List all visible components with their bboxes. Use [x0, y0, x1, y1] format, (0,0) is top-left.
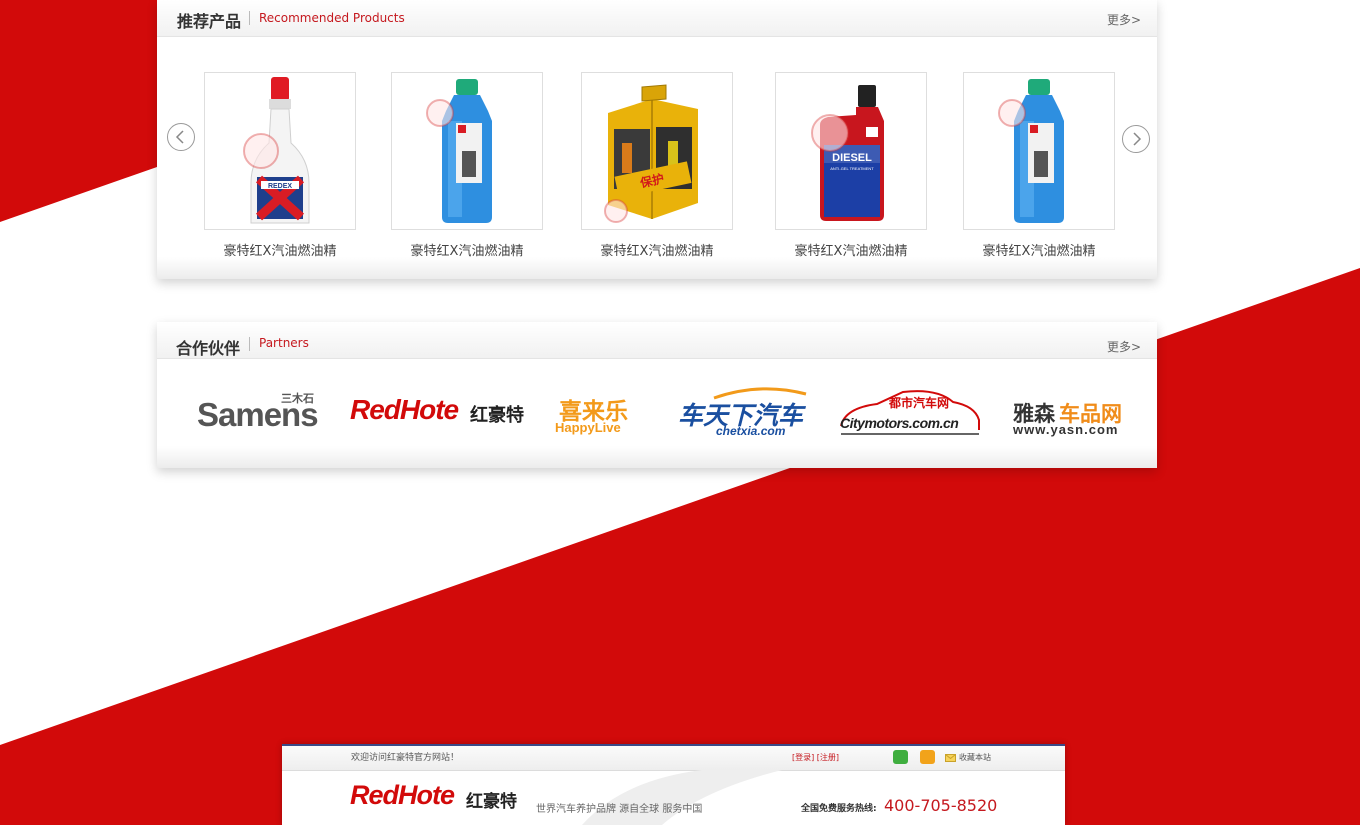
product-image[interactable] — [391, 72, 543, 230]
partner-logo-redhote[interactable]: RedHote 红豪特 — [350, 392, 532, 436]
redhote-wordmark: RedHote — [350, 394, 459, 425]
product-card[interactable]: REDEX 豪特红X汽油燃油精 — [204, 72, 356, 259]
section-subtitle: Recommended Products — [259, 11, 405, 25]
gift-box-image: 保护 — [604, 84, 698, 223]
product-image[interactable]: DIESEL ANTI-GEL TREATMENT — [775, 72, 927, 230]
product-image[interactable]: REDEX — [204, 72, 356, 230]
washer-fluid-bottle-image — [426, 79, 492, 223]
product-card[interactable]: DIESEL ANTI-GEL TREATMENT 豪特红X汽油燃油精 — [775, 72, 927, 259]
recommended-products-panel: 推荐产品 Recommended Products 更多> REDEX 豪特红X… — [157, 0, 1157, 279]
panel-header: 推荐产品 Recommended Products 更多> — [157, 0, 1157, 37]
bookmark-link[interactable]: 收藏本站 — [959, 752, 991, 763]
login-register-links[interactable]: [登录] [注册] — [792, 752, 839, 763]
partner-logo-yasn[interactable]: 雅森 车品网 www.yasn.com — [1013, 398, 1139, 440]
welcome-text: 欢迎访问红豪特官方网站！ — [351, 753, 460, 763]
product-image[interactable] — [963, 72, 1115, 230]
partners-panel: 合作伙伴 Partners 更多> 三木石 Samens RedHote 红豪特… — [157, 322, 1157, 468]
title-divider — [249, 337, 250, 351]
svg-text:DIESEL: DIESEL — [832, 152, 872, 164]
partner-logo-chetxia[interactable]: 车天下汽车 chetxia.com — [678, 386, 812, 438]
diesel-bottle-image: DIESEL ANTI-GEL TREATMENT — [811, 85, 884, 221]
slogan-text: 世界汽车养护品牌 源自全球 服务中国 — [536, 804, 703, 815]
section-title: 推荐产品 — [177, 12, 242, 31]
section-subtitle: Partners — [259, 336, 309, 350]
svg-text:ANTI-GEL TREATMENT: ANTI-GEL TREATMENT — [830, 166, 874, 171]
top-bar: 欢迎访问红豪特官方网站！ [登录] [注册] 收藏本站 — [282, 744, 1065, 771]
weibo-icon[interactable] — [920, 750, 935, 764]
chetxia-en-name: chetxia.com — [716, 424, 786, 438]
samens-wordmark: Samens — [197, 396, 319, 433]
partner-logo-citymotors[interactable]: 都市汽车网 Citymotors.com.cn — [837, 386, 983, 438]
partner-logo-happylive[interactable]: 喜来乐 HappyLive — [555, 392, 655, 440]
chevron-left-icon — [175, 130, 184, 144]
product-image[interactable]: 保护 — [581, 72, 733, 230]
panel-header: 合作伙伴 Partners 更多> — [157, 322, 1157, 359]
wechat-icon[interactable] — [893, 750, 908, 764]
more-link[interactable]: 更多> — [1107, 338, 1141, 355]
product-card[interactable]: 豪特红X汽油燃油精 — [391, 72, 543, 259]
section-title: 合作伙伴 — [176, 339, 241, 358]
hotline-number: 400-705-8520 — [884, 796, 998, 815]
citymotors-cn-name: 都市汽车网 — [889, 396, 950, 410]
more-link[interactable]: 更多> — [1107, 11, 1141, 28]
product-card[interactable]: 豪特红X汽油燃油精 — [963, 72, 1115, 259]
hotline-label: 全国免费服务热线: — [801, 804, 877, 814]
mail-icon[interactable] — [945, 754, 956, 762]
washer-fluid-bottle-image — [998, 79, 1064, 223]
partner-logo-samens[interactable]: 三木石 Samens — [197, 390, 321, 436]
carousel-next-button[interactable] — [1122, 125, 1150, 153]
carousel-prev-button[interactable] — [167, 123, 195, 151]
site-logo[interactable]: RedHote 红豪特 — [350, 780, 520, 820]
logo-wordmark: RedHote — [350, 780, 455, 810]
title-divider — [249, 11, 250, 25]
yasn-en-name: www.yasn.com — [1013, 422, 1119, 437]
citymotors-en-name: Citymotors.com.cn — [840, 415, 959, 431]
redex-bottle-image: REDEX — [243, 77, 310, 224]
panel-footer — [157, 257, 1157, 279]
panel-footer — [157, 446, 1157, 468]
redhote-cn-name: 红豪特 — [470, 405, 524, 426]
chevron-right-icon — [1133, 132, 1142, 146]
svg-text:REDEX: REDEX — [268, 183, 292, 190]
product-card[interactable]: 保护 豪特红X汽油燃油精 — [581, 72, 733, 259]
site-header-preview: 欢迎访问红豪特官方网站！ [登录] [注册] 收藏本站 RedHote 红豪特 … — [282, 744, 1065, 825]
logo-cn-name: 红豪特 — [466, 792, 517, 812]
happylive-en-name: HappyLive — [555, 420, 621, 435]
